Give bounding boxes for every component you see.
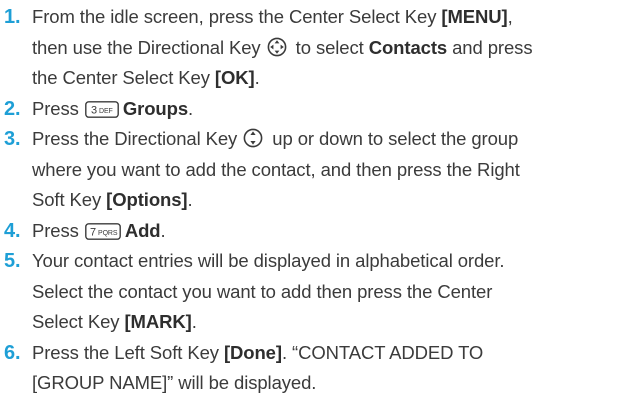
step-text: . “CONTACT ADDED TO [281, 341, 484, 363]
step-number: 1. [4, 6, 21, 28]
menu-option-add: Add [124, 219, 161, 241]
step-line: Press 3 DEF Groups. [32, 94, 626, 125]
step-text: and press [447, 36, 533, 58]
step-line: Press the Directional Key up or down to … [32, 124, 626, 155]
key-label-options: [Options] [106, 189, 188, 210]
step-text: then use the Directional Key [32, 36, 266, 58]
svg-text:PQRS: PQRS [98, 230, 118, 237]
step-line: Select Key [MARK]. [32, 307, 626, 338]
svg-text:7: 7 [90, 226, 96, 238]
instruction-steps: 1. From the idle screen, press the Cente… [0, 0, 626, 399]
step-text: Your contact entries will be displayed i… [32, 250, 505, 271]
step-text: where you want to add the contact, and t… [32, 158, 520, 180]
key-label-ok: [OK] [214, 67, 255, 88]
step-4: 4. Press 7 PQRS Add. [4, 216, 626, 247]
step-2: 2. Press 3 DEF Groups. [4, 94, 626, 125]
step-number: 2. [4, 97, 21, 120]
step-text: From the idle screen, press the Center S… [32, 6, 442, 27]
step-number: 6. [4, 341, 21, 364]
step-text: the Center Select Key [32, 67, 215, 88]
step-line: [GROUP NAME]” will be displayed. [32, 368, 626, 399]
step-6: 6. Press the Left Soft Key [Done]. “CONT… [4, 338, 626, 399]
directional-key-up-down-icon [243, 128, 263, 148]
step-text: Soft Key [32, 189, 107, 210]
step-5: 5. Your contact entries will be displaye… [4, 246, 626, 338]
key-label-done: [Done] [223, 341, 282, 363]
step-text: Press the Directional Key [32, 128, 243, 149]
step-text: , [507, 6, 513, 27]
step-line: where you want to add the contact, and t… [32, 155, 626, 186]
step-text: to select [290, 36, 369, 58]
step-text: up or down to select the group [267, 128, 519, 149]
step-line: then use the Directional Key to select C… [32, 33, 626, 64]
step-text: . [254, 67, 260, 88]
step-line: Press the Left Soft Key [Done]. “CONTACT… [32, 338, 626, 369]
svg-text:3: 3 [91, 104, 97, 116]
step-text: Press the Left Soft Key [32, 341, 224, 363]
step-text: . [191, 311, 197, 332]
step-number: 3. [4, 128, 21, 150]
step-line: From the idle screen, press the Center S… [32, 2, 626, 33]
menu-option-contacts: Contacts [368, 36, 448, 58]
step-text: [GROUP NAME]” will be displayed. [32, 372, 317, 393]
step-text: Select the contact you want to add then … [32, 280, 493, 302]
step-line: Soft Key [Options]. [32, 185, 626, 216]
key-3-def-icon: 3 DEF [84, 100, 119, 118]
step-line: Your contact entries will be displayed i… [32, 246, 626, 277]
step-number: 4. [4, 219, 21, 242]
step-3: 3. Press the Directional Key up or down … [4, 124, 626, 216]
key-label-mark: [MARK] [124, 311, 192, 332]
step-number: 5. [4, 250, 21, 272]
step-text: Select Key [32, 311, 125, 332]
step-line: Select the contact you want to add then … [32, 277, 626, 308]
step-text: Press [32, 219, 84, 241]
step-text: . [160, 219, 166, 241]
key-label-menu: [MENU] [441, 6, 508, 27]
step-text: . [187, 189, 193, 210]
menu-option-groups: Groups [122, 97, 189, 119]
key-7-pqrs-icon: 7 PQRS [84, 222, 121, 240]
step-1: 1. From the idle screen, press the Cente… [4, 2, 626, 94]
step-text: . [188, 97, 194, 119]
step-text: Press [32, 97, 84, 119]
step-line: Press 7 PQRS Add. [32, 216, 626, 247]
svg-text:DEF: DEF [99, 108, 113, 115]
directional-key-four-way-icon [267, 37, 287, 56]
step-line: the Center Select Key [OK]. [32, 63, 626, 94]
